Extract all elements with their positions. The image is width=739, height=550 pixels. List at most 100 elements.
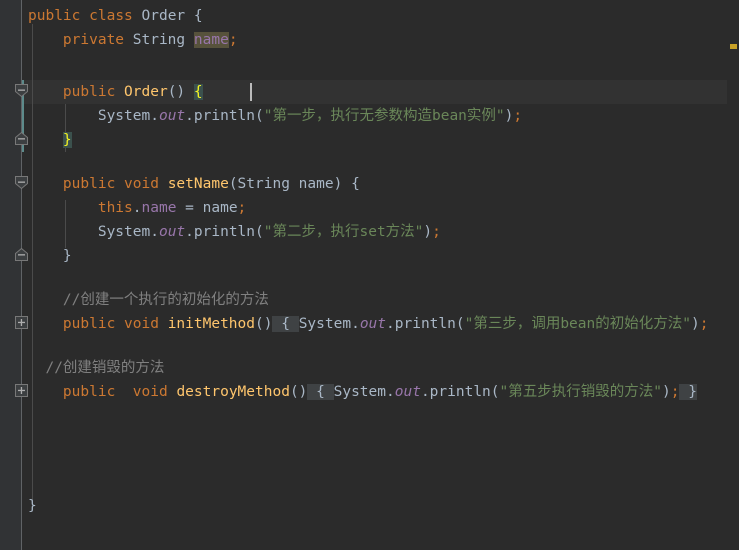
- token-method-initmethod: initMethod: [167, 316, 256, 332]
- fold-marker-expanded-bottom[interactable]: [14, 131, 29, 146]
- marker-gutter[interactable]: [727, 0, 739, 550]
- code-line-10[interactable]: System.out.println("第二步，执行set方法");: [28, 220, 441, 244]
- token-system: System: [333, 384, 386, 400]
- warning-marker[interactable]: [730, 44, 737, 49]
- fold-region-setname: [21, 180, 22, 254]
- token-parens: (): [289, 384, 308, 400]
- token-brace-close: }: [62, 248, 72, 264]
- token-semicolon: ;: [237, 200, 247, 216]
- token-fold-space: [272, 316, 282, 332]
- fold-marker-collapsed[interactable]: [14, 315, 29, 330]
- token-field-name: name: [141, 200, 177, 216]
- token-semicolon: ;: [228, 32, 238, 48]
- token-parens: (): [255, 316, 273, 332]
- token-println: println: [394, 316, 456, 332]
- token-keyword-public: public: [28, 8, 81, 24]
- token-system: System: [97, 224, 151, 240]
- code-line-2[interactable]: private String name;: [28, 28, 238, 52]
- token-rparen: ): [690, 316, 700, 332]
- code-line-11[interactable]: }: [28, 244, 72, 268]
- token-constructor-name: Order: [124, 84, 168, 100]
- token-string-literal: "第二步，执行set方法": [263, 224, 424, 240]
- token-keyword-public: public: [62, 316, 116, 332]
- token-out-field: out: [394, 384, 421, 400]
- token-keyword-this: this: [97, 200, 133, 216]
- code-surface[interactable]: public class Order { private String name…: [22, 0, 739, 550]
- token-type-string: String: [132, 32, 186, 48]
- token-lparen: (: [455, 316, 465, 332]
- token-dot: .: [386, 316, 395, 332]
- token-semicolon: ;: [432, 224, 441, 240]
- token-system: System: [298, 316, 352, 332]
- code-line-13[interactable]: //创建一个执行的初始化的方法: [28, 288, 269, 312]
- token-comment: //创建销毁的方法: [45, 360, 165, 376]
- code-line-16[interactable]: //创建销毁的方法: [28, 356, 164, 380]
- token-fold-space: [324, 384, 334, 400]
- fold-marker-expanded-top[interactable]: [14, 175, 29, 190]
- fold-marker-expanded-bottom[interactable]: [14, 247, 29, 262]
- token-lparen: (: [490, 384, 500, 400]
- token-lparen: (: [255, 108, 264, 124]
- token-brace-open-matched: {: [193, 84, 203, 100]
- token-parens: (): [167, 84, 186, 100]
- token-rparen: ): [661, 384, 671, 400]
- token-dot: .: [420, 384, 430, 400]
- code-line-4[interactable]: public Order() {: [28, 80, 203, 104]
- token-keyword-public: public: [62, 176, 116, 192]
- token-out-field: out: [158, 224, 186, 240]
- code-line-6[interactable]: }: [28, 128, 72, 152]
- token-method-destroymethod: destroyMethod: [176, 384, 290, 400]
- code-editor[interactable]: public class Order { private String name…: [0, 0, 739, 550]
- fold-arrow-down-icon: [15, 84, 28, 98]
- code-line-9[interactable]: this.name = name;: [28, 196, 246, 220]
- fold-arrow-down-icon: [15, 176, 28, 190]
- token-semicolon: ;: [513, 108, 523, 124]
- code-line-1[interactable]: public class Order {: [28, 4, 203, 28]
- fold-plus-icon: [15, 316, 28, 329]
- token-brace-open-folded[interactable]: {: [316, 384, 325, 400]
- token-system: System: [97, 108, 151, 124]
- fold-marker-collapsed[interactable]: [14, 383, 29, 398]
- token-field-name-highlighted: name: [193, 32, 229, 48]
- token-brace-open-folded[interactable]: {: [281, 316, 290, 332]
- token-brace-close-folded[interactable]: }: [688, 384, 697, 400]
- token-println: println: [429, 384, 491, 400]
- token-semicolon: ;: [699, 316, 709, 332]
- token-fold-space: [289, 316, 299, 332]
- token-lparen: (: [255, 224, 264, 240]
- token-brace-open: {: [351, 176, 360, 192]
- token-brace-open: {: [193, 8, 203, 24]
- text-caret: [250, 83, 252, 101]
- code-line-14[interactable]: public void initMethod() { System.out.pr…: [28, 312, 708, 336]
- code-line-17[interactable]: public void destroyMethod() { System.out…: [28, 380, 697, 404]
- token-dot: .: [351, 316, 360, 332]
- fold-marker-expanded-top[interactable]: [14, 83, 29, 98]
- token-dot: .: [132, 200, 142, 216]
- code-line-5[interactable]: System.out.println("第一步，执行无参数构造bean实例");: [28, 104, 522, 128]
- token-dot: .: [185, 224, 194, 240]
- code-line-8[interactable]: public void setName(String name) {: [28, 172, 360, 196]
- token-string-literal: "第三步，调用bean的初始化方法": [464, 316, 691, 332]
- token-class-name: Order: [141, 8, 186, 24]
- token-rparen: ): [423, 224, 433, 240]
- token-param-type: String: [237, 176, 290, 192]
- code-line-last[interactable]: }: [28, 494, 37, 518]
